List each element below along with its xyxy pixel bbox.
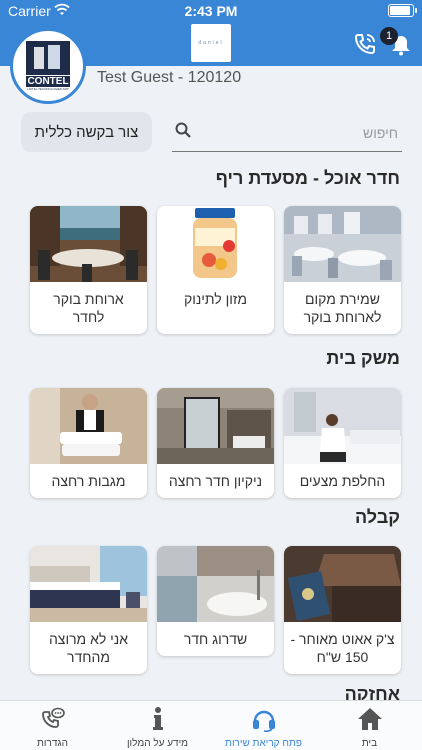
bath-towels-image	[30, 388, 147, 464]
avatar[interactable]: CONTEL HOTEL TECHNOLOGIES APP	[10, 28, 86, 104]
section-title-housekeeping: משק בית	[326, 348, 400, 368]
status-bar: Carrier 2:43 PM	[0, 0, 422, 22]
late-checkout-image	[284, 546, 401, 622]
bathroom-image	[157, 388, 274, 464]
battery-icon	[388, 4, 417, 17]
card-label: מגבות רחצה	[51, 473, 126, 489]
clock: 2:43 PM	[184, 3, 238, 19]
service-card-change-sheets[interactable]: החלפת מצעים	[284, 388, 401, 498]
section-title-dining: חדר אוכל - מסעדת ריף	[215, 168, 400, 188]
service-card-breakfast-reservation[interactable]: שמירת מקום לארוחת בוקר	[284, 206, 401, 334]
service-card-not-satisfied[interactable]: אני לא מרוצה מהחדר	[30, 546, 147, 674]
service-card-room-breakfast[interactable]: ארוחת בוקר לחדר	[30, 206, 147, 334]
tab-service-call[interactable]: פתח קריאת שירות	[211, 701, 316, 750]
card-label: שדרוג חדר	[183, 631, 248, 647]
search-input[interactable]	[198, 122, 398, 144]
service-card-room-upgrade[interactable]: שדרוג חדר	[157, 546, 274, 656]
hotel-room-image	[30, 546, 147, 622]
service-card-late-checkout[interactable]: צ'ק אאוט מאוחר - 150 ש"ח	[284, 546, 401, 674]
search-bar	[172, 116, 402, 152]
phone-call-icon[interactable]	[352, 31, 378, 57]
avatar-subtitle: HOTEL TECHNOLOGIES APP	[27, 87, 69, 91]
hotel-logo-text: daniel	[198, 40, 224, 46]
room-upgrade-image	[157, 546, 274, 622]
tab-label: בית	[361, 738, 378, 749]
room-breakfast-image	[30, 206, 147, 282]
tab-label: פתח קריאת שירות	[225, 738, 302, 749]
building-logo-icon	[26, 41, 70, 75]
card-label: החלפת מצעים	[299, 473, 386, 489]
tab-bar: בית פתח קריאת שירות מידע על המלון הגדרות	[0, 700, 422, 750]
tab-hotel-info[interactable]: מידע על המלון	[105, 701, 210, 750]
info-icon	[153, 707, 163, 730]
card-label: ניקיון חדר רחצה	[168, 473, 263, 489]
service-card-bathroom-cleaning[interactable]: ניקיון חדר רחצה	[157, 388, 274, 498]
change-sheets-image	[284, 388, 401, 464]
tab-label: מידע על המלון	[126, 738, 189, 749]
card-label: ארוחת בוקר לחדר	[53, 291, 124, 325]
card-label: צ'ק אאוט מאוחר - 150 ש"ח	[290, 631, 395, 665]
avatar-brand: CONTEL	[26, 76, 70, 87]
settings-chat-icon	[42, 707, 65, 728]
search-icon[interactable]	[175, 122, 191, 138]
card-label: אני לא מרוצה מהחדר	[48, 631, 129, 665]
general-request-button[interactable]: צור בקשה כללית	[21, 112, 152, 152]
service-card-baby-food[interactable]: מזון לתינוק	[157, 206, 274, 334]
card-label: שמירת מקום לארוחת בוקר	[303, 291, 382, 325]
guest-name: Test Guest - 120120	[97, 69, 242, 86]
service-card-bath-towels[interactable]: מגבות רחצה	[30, 388, 147, 498]
tab-home[interactable]: בית	[317, 701, 422, 750]
section-title-reception: קבלה	[354, 507, 400, 527]
tab-settings[interactable]: הגדרות	[0, 701, 105, 750]
tab-label: הגדרות	[37, 738, 68, 749]
hotel-logo: daniel	[191, 24, 231, 62]
headset-icon	[253, 710, 275, 732]
baby-food-jar-image	[157, 206, 274, 282]
notification-badge: 1	[380, 27, 398, 45]
home-icon	[358, 708, 382, 730]
breakfast-hall-image	[284, 206, 401, 282]
card-label: מזון לתינוק	[183, 291, 248, 307]
